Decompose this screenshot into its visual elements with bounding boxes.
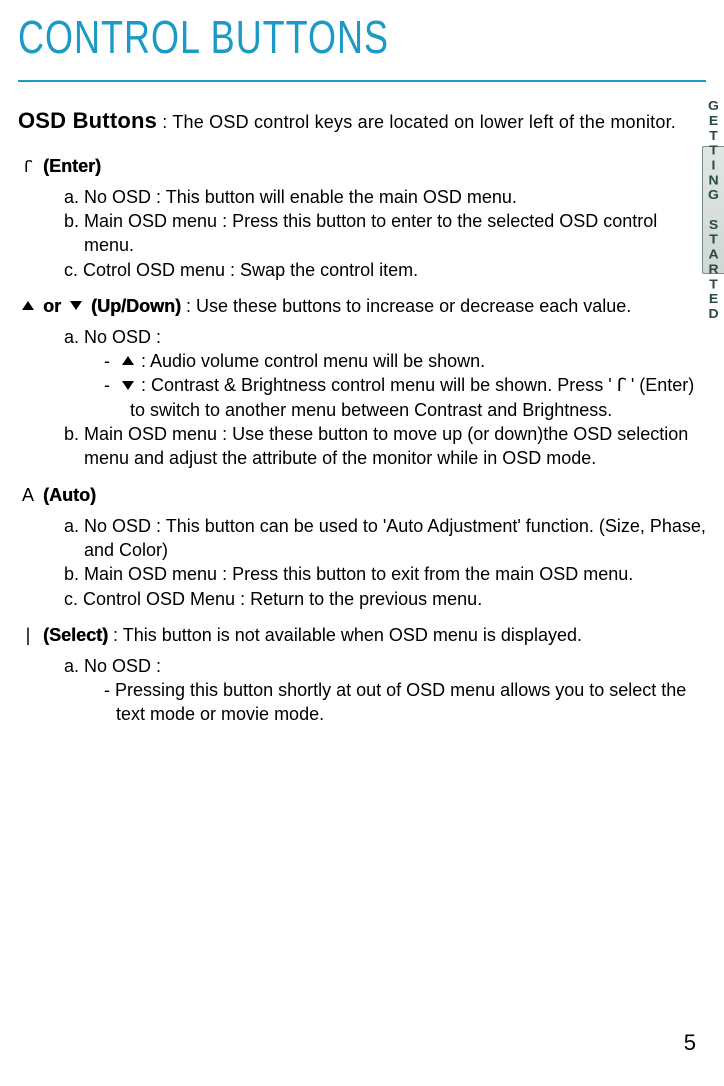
intro-heading: OSD Buttons bbox=[18, 108, 157, 133]
auto-label: (Auto) bbox=[43, 485, 96, 505]
enter-label: (Enter) bbox=[43, 156, 101, 176]
list-item: c. Cotrol OSD menu : Swap the control it… bbox=[64, 258, 706, 282]
list-item: - : Audio volume control menu will be sh… bbox=[104, 349, 706, 373]
intro-text: : The OSD control keys are located on lo… bbox=[157, 112, 676, 132]
side-tab-label: GETTING STARTED bbox=[706, 99, 722, 322]
intro-paragraph: OSD Buttons : The OSD control keys are l… bbox=[18, 106, 706, 136]
section-enter: ꓩ (Enter) a. No OSD : This button will e… bbox=[18, 156, 706, 282]
list-item: a. No OSD : bbox=[64, 654, 706, 678]
list-item: - : Contrast & Brightness control menu w… bbox=[104, 373, 706, 422]
select-list: a. No OSD : - Pressing this button short… bbox=[64, 654, 706, 727]
updown-list: a. No OSD : - : Audio volume control men… bbox=[64, 325, 706, 471]
section-select-head: | (Select) : This button is not availabl… bbox=[18, 625, 706, 646]
down-desc: : Contrast & Brightness control menu wil… bbox=[130, 375, 694, 419]
or-text: or bbox=[43, 296, 61, 316]
triangle-down-icon bbox=[66, 296, 86, 317]
title-rule bbox=[18, 80, 706, 82]
section-auto-head: A (Auto) bbox=[18, 485, 706, 506]
section-auto: A (Auto) a. No OSD : This button can be … bbox=[18, 485, 706, 611]
auto-icon: A bbox=[18, 485, 38, 506]
nested-list: - Pressing this button shortly at out of… bbox=[104, 678, 706, 727]
list-item: b. Main OSD menu : Press this button to … bbox=[64, 562, 706, 586]
list-item: b. Main OSD menu : Use these button to m… bbox=[64, 422, 706, 471]
list-item: a. No OSD : This button can be used to '… bbox=[64, 514, 706, 563]
section-updown: or (Up/Down) : Use these buttons to incr… bbox=[18, 296, 706, 471]
list-item: b. Main OSD menu : Press this button to … bbox=[64, 209, 706, 258]
nested-list: - : Audio volume control menu will be sh… bbox=[104, 349, 706, 422]
triangle-up-icon bbox=[18, 296, 38, 317]
list-item: a. No OSD : This button will enable the … bbox=[64, 185, 706, 209]
select-desc: : This button is not available when OSD … bbox=[108, 625, 582, 645]
up-desc: : Audio volume control menu will be show… bbox=[136, 351, 485, 371]
enter-list: a. No OSD : This button will enable the … bbox=[64, 185, 706, 282]
select-icon: | bbox=[18, 625, 38, 646]
triangle-down-icon bbox=[122, 381, 134, 390]
section-select: | (Select) : This button is not availabl… bbox=[18, 625, 706, 727]
page-number: 5 bbox=[684, 1030, 696, 1056]
side-tab: GETTING STARTED bbox=[702, 146, 724, 274]
section-enter-head: ꓩ (Enter) bbox=[18, 156, 706, 177]
triangle-up-icon bbox=[122, 356, 134, 365]
list-item: - Pressing this button shortly at out of… bbox=[104, 678, 706, 727]
section-updown-head: or (Up/Down) : Use these buttons to incr… bbox=[18, 296, 706, 317]
enter-icon: ꓩ bbox=[18, 157, 38, 177]
updown-desc: : Use these buttons to increase or decre… bbox=[181, 296, 631, 316]
list-item: a. No OSD : bbox=[64, 325, 706, 349]
page-title: CONTROL BUTTONS bbox=[18, 10, 706, 65]
auto-list: a. No OSD : This button can be used to '… bbox=[64, 514, 706, 611]
select-label: (Select) bbox=[43, 625, 108, 645]
updown-label: (Up/Down) bbox=[91, 296, 181, 316]
list-item: c. Control OSD Menu : Return to the prev… bbox=[64, 587, 706, 611]
